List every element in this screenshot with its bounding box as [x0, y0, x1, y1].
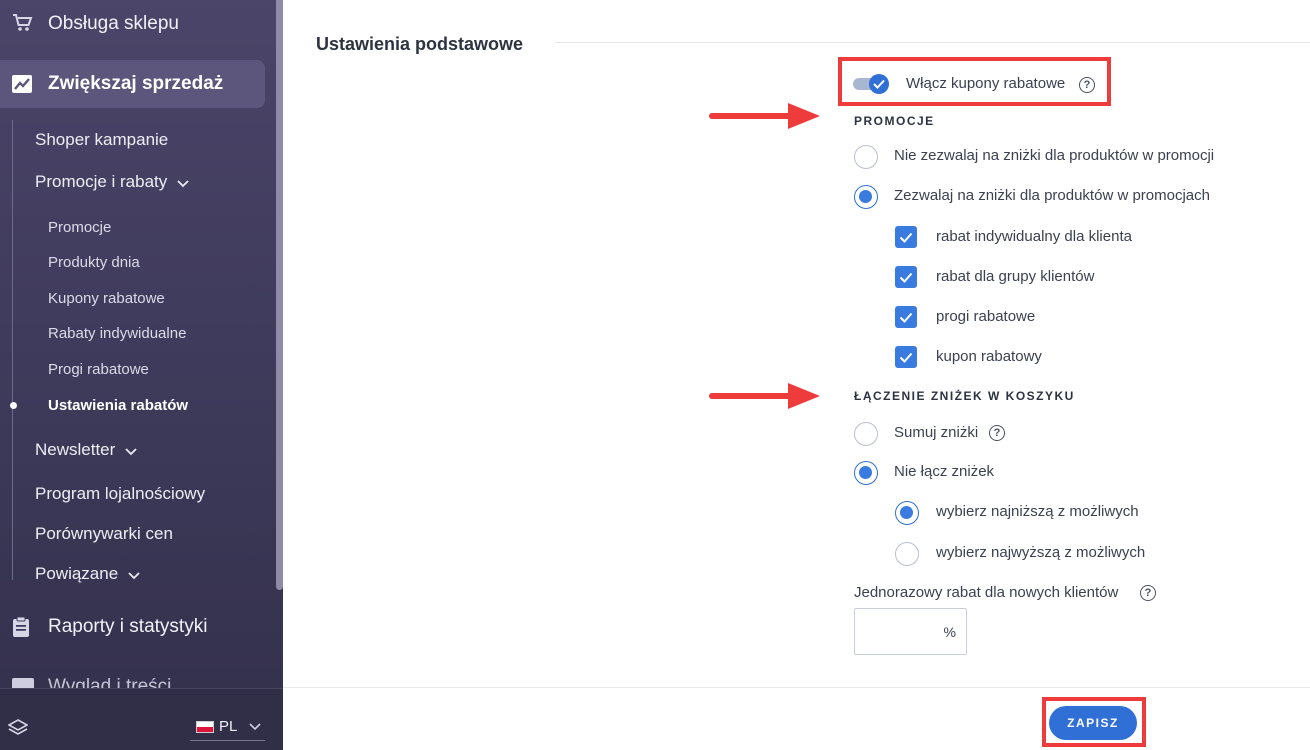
check-icon: [899, 232, 913, 243]
radio-label: Sumuj zniżki: [894, 424, 979, 441]
sidebar-scrollbar[interactable]: [276, 0, 283, 590]
radio-sum-discounts[interactable]: [854, 422, 878, 446]
checkbox-discount-coupon[interactable]: [895, 346, 917, 368]
sidebar-item-price-comparison[interactable]: Porównywarki cen: [35, 524, 173, 544]
active-indicator: [10, 402, 17, 409]
trend-chart-icon: [12, 75, 32, 98]
radio-choose-lowest[interactable]: [895, 501, 919, 525]
nav-item-appearance[interactable]: Wygląd i treści: [0, 672, 276, 688]
sidebar-item-promotions-discounts[interactable]: Promocje i rabaty: [35, 172, 189, 193]
percent-unit: %: [943, 624, 956, 640]
annotation-arrow: [709, 383, 820, 409]
checkbox-discount-thresholds[interactable]: [895, 306, 917, 328]
radio-choose-highest[interactable]: [895, 542, 919, 566]
sidebar-subitem-discount-settings[interactable]: Ustawienia rabatów: [48, 397, 188, 414]
sidebar-item-newsletter[interactable]: Newsletter: [35, 440, 137, 461]
sidebar-item-loyalty-program[interactable]: Program lojalnościowy: [35, 484, 205, 504]
chevron-down-icon: [177, 173, 189, 193]
sidebar-item-related[interactable]: Powiązane: [35, 564, 140, 585]
radio-label: Zezwalaj na zniżki dla produktów w promo…: [894, 187, 1210, 204]
sidebar-item-label: Newsletter: [35, 440, 116, 459]
sidebar-subitem-promotions[interactable]: Promocje: [48, 219, 111, 236]
nav-item-label: Raporty i statystyki: [48, 616, 208, 637]
language-code: PL: [219, 718, 238, 735]
chevron-down-icon: [249, 722, 261, 730]
nav-item-reports[interactable]: Raporty i statystyki: [0, 606, 276, 650]
layout-icon: [12, 678, 34, 688]
sidebar-subitem-individual-discounts[interactable]: Rabaty indywidualne: [48, 325, 186, 342]
radio-label: Nie łącz zniżek: [894, 463, 995, 480]
layers-icon[interactable]: [7, 719, 29, 742]
language-selector[interactable]: PL: [190, 713, 265, 741]
checkbox-label: rabat indywidualny dla klienta: [936, 228, 1132, 245]
sidebar-subitem-products-of-day[interactable]: Produkty dnia: [48, 254, 140, 271]
promotions-heading: PROMOCJE: [854, 114, 935, 128]
radio-label: wybierz najwyższą z możliwych: [936, 544, 1146, 561]
cart-icon: [12, 13, 34, 38]
section-title: Ustawienia podstawowe: [316, 34, 524, 54]
sidebar-item-shoper-campaigns[interactable]: Shoper kampanie: [35, 130, 168, 150]
nav-item-increase-sales[interactable]: Zwiększaj sprzedaż: [0, 60, 265, 108]
radio-no-combine-discounts[interactable]: [854, 461, 878, 485]
nav-item-label: Wygląd i treści: [48, 676, 172, 688]
sidebar-item-label: Promocje i rabaty: [35, 172, 168, 191]
checkbox-label: kupon rabatowy: [936, 348, 1042, 365]
new-client-discount-input[interactable]: [855, 609, 937, 654]
radio-label: wybierz najniższą z możliwych: [936, 503, 1139, 520]
checkbox-label: progi rabatowe: [936, 308, 1036, 325]
nav-item-label: Zwiększaj sprzedaż: [48, 73, 224, 94]
annotation-highlight-toggle: [838, 57, 1111, 106]
radio-allow-promo-discounts[interactable]: [854, 185, 878, 209]
footer-divider: [283, 687, 1310, 688]
new-client-discount-field: %: [854, 608, 967, 655]
checkbox-group-discount[interactable]: [895, 266, 917, 288]
annotation-arrow: [709, 103, 820, 129]
chevron-down-icon: [125, 441, 137, 461]
check-icon: [899, 272, 913, 283]
tree-line: [12, 120, 13, 580]
radio-disallow-promo-discounts[interactable]: [854, 145, 878, 169]
sidebar-item-label: Powiązane: [35, 564, 119, 583]
nav-item-store-service[interactable]: Obsługa sklepu: [0, 0, 276, 48]
poland-flag-icon: [196, 720, 214, 733]
radio-label: Nie zezwalaj na zniżki dla produktów w p…: [894, 147, 1215, 164]
help-icon[interactable]: ?: [1140, 585, 1156, 601]
sidebar-subitem-discount-thresholds[interactable]: Progi rabatowe: [48, 361, 149, 378]
clipboard-icon: [12, 616, 30, 643]
sidebar-subitem-discount-coupons[interactable]: Kupony rabatowe: [48, 290, 165, 307]
cart-discounts-heading: ŁĄCZENIE ZNIŻEK W KOSZYKU: [854, 389, 1075, 403]
chevron-down-icon: [128, 565, 140, 585]
sidebar: Obsługa sklepu Zwiększaj sprzedaż Shoper…: [0, 0, 283, 750]
help-icon[interactable]: ?: [989, 425, 1005, 441]
new-client-discount-label: Jednorazowy rabat dla nowych klientów: [854, 584, 1119, 601]
sidebar-footer: PL: [0, 688, 283, 750]
main-content: Ustawienia podstawowe Włącz kupony rabat…: [283, 0, 1310, 750]
nav-item-label: Obsługa sklepu: [48, 13, 179, 34]
section-divider: [555, 42, 1310, 43]
checkbox-individual-discount[interactable]: [895, 226, 917, 248]
check-icon: [899, 352, 913, 363]
checkbox-label: rabat dla grupy klientów: [936, 268, 1095, 285]
annotation-highlight-save: [1042, 697, 1146, 747]
check-icon: [899, 312, 913, 323]
